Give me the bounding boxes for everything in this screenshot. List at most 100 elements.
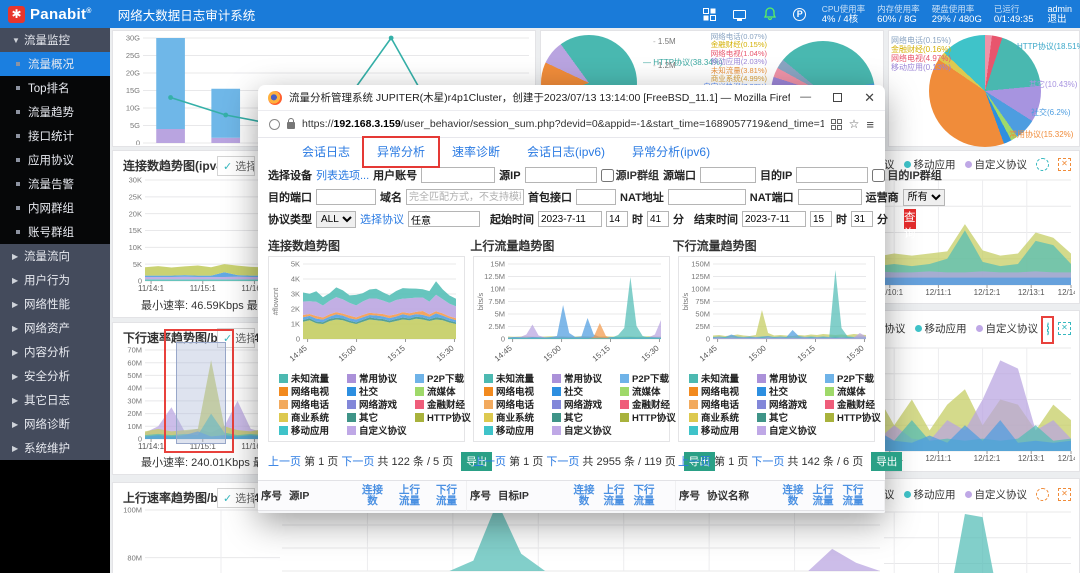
tab-session-log[interactable]: 会话日志 [302, 143, 350, 160]
srcip-input[interactable] [524, 167, 597, 183]
sort-down-traffic[interactable]: 下行流量 [838, 484, 868, 507]
sidebar-item[interactable]: ▶ 网络性能 [0, 292, 110, 316]
query-button[interactable]: 查询 [904, 209, 916, 240]
proto-select-link[interactable]: 选择协议 [360, 211, 404, 227]
end-min-input[interactable] [851, 211, 873, 227]
bell-icon[interactable] [762, 6, 778, 22]
sidebar-item[interactable]: ▶ 系统维护 [0, 436, 110, 460]
account-input[interactable] [421, 167, 496, 183]
svg-text:15:15: 15:15 [796, 343, 818, 363]
close-button[interactable]: ✕ [864, 91, 875, 104]
sidebar-item[interactable]: ▶ 内容分析 [0, 340, 110, 364]
srcip-group-checkbox[interactable]: 源IP群组 [600, 167, 659, 183]
up-chart-title: 上行流量趋势图 [470, 239, 555, 253]
isp-select[interactable]: 所有 [902, 188, 945, 206]
sort-conn-count[interactable]: 连接数 [354, 484, 391, 507]
export-button[interactable]: 导出 [871, 452, 903, 471]
legend-swatch-icon [620, 387, 629, 396]
natport-input[interactable] [797, 189, 862, 205]
url-bar[interactable]: https://192.168.3.159/user_behavior/sess… [258, 111, 885, 138]
end-date-input[interactable] [742, 211, 806, 227]
menu-icon[interactable]: ≡ [866, 117, 874, 132]
sidebar-item[interactable]: 应用协议 [0, 148, 110, 172]
prev-page-link[interactable]: 上一页 [473, 456, 506, 468]
reset-zoom-icon[interactable]: ✕ [1058, 158, 1071, 171]
sort-up-traffic[interactable]: 上行流量 [808, 484, 838, 507]
minimize-button[interactable]: — [800, 92, 811, 103]
tab-session-log-ipv6[interactable]: 会话日志(ipv6) [527, 143, 605, 160]
dstport-input[interactable] [316, 189, 376, 205]
srcport-input[interactable] [699, 167, 756, 183]
prev-page-link[interactable]: 上一页 [268, 456, 301, 468]
legend-swatch-icon [689, 400, 698, 409]
domain-input[interactable] [406, 189, 524, 205]
tab-anomaly-analysis-ipv6[interactable]: 异常分析(ipv6) [632, 143, 710, 160]
reset-zoom-icon[interactable]: ✕ [1058, 488, 1071, 501]
sidebar-item[interactable]: 流量告警 [0, 172, 110, 196]
dstip-input[interactable] [796, 167, 869, 183]
svg-text:2K: 2K [291, 305, 300, 314]
sort-down-traffic[interactable]: 下行流量 [428, 484, 465, 507]
sidebar-item[interactable]: 流量概况 [0, 52, 110, 76]
sidebar-item[interactable]: 流量趋势 [0, 100, 110, 124]
sidebar-item[interactable]: ▶ 流量流向 [0, 244, 110, 268]
sidebar-item[interactable]: Top排名 [0, 76, 110, 100]
zoom-select-icon[interactable] [1036, 158, 1049, 171]
svg-text:0: 0 [706, 335, 710, 344]
zoom-select-icon[interactable] [1036, 488, 1049, 501]
url-text[interactable]: https://192.168.3.159/user_behavior/sess… [302, 118, 824, 130]
prev-page-link[interactable]: 上一页 [678, 456, 711, 468]
tab-rate-diagnosis[interactable]: 速率诊断 [452, 143, 500, 160]
tab-anomaly-analysis[interactable]: 异常分析 [362, 135, 441, 168]
firstif-input[interactable] [576, 189, 616, 205]
legend-swatch-icon [757, 374, 766, 383]
end-hour-input[interactable] [810, 211, 832, 227]
next-page-link[interactable]: 下一页 [546, 456, 579, 468]
dstip-group-checkbox[interactable]: 目的IP群组 [872, 167, 942, 183]
select-range-button[interactable]: ✓ 选择 [217, 156, 255, 176]
sort-up-traffic[interactable]: 上行流量 [599, 484, 629, 507]
legend-item: 移动应用 [903, 487, 956, 502]
sort-conn-count[interactable]: 连接数 [569, 484, 599, 507]
dashboard-grid-icon[interactable] [702, 6, 718, 22]
proto-input[interactable] [408, 211, 480, 227]
start-hour-input[interactable] [606, 211, 628, 227]
legend-item: HTTP协议 [415, 412, 471, 425]
window-titlebar[interactable]: 流量分析管理系统 JUPITER(木星)r4p1Cluster，创建于2023/… [258, 85, 885, 111]
svg-text:12/11:1: 12/11:1 [925, 454, 952, 463]
extension-icon[interactable] [830, 118, 842, 130]
sidebar-item[interactable]: ▶ 网络资产 [0, 316, 110, 340]
zoom-select-icon[interactable] [1047, 321, 1049, 336]
next-page-link[interactable]: 下一页 [341, 456, 374, 468]
sort-conn-count[interactable]: 连接数 [778, 484, 808, 507]
svg-text:12/12:1: 12/12:1 [974, 454, 1001, 463]
sidebar-item[interactable]: ▶ 其它日志 [0, 388, 110, 412]
maximize-button[interactable] [833, 93, 843, 102]
start-min-input[interactable] [647, 211, 669, 227]
sidebar-item[interactable]: ▶ 用户行为 [0, 268, 110, 292]
svg-text:15:30: 15:30 [640, 343, 662, 363]
sidebar-item[interactable]: ▶ 安全分析 [0, 364, 110, 388]
sidebar-item[interactable]: 账号群组 [0, 220, 110, 244]
device-list-link[interactable]: 列表选项... [316, 167, 369, 183]
bookmark-star-icon[interactable]: ☆ [849, 117, 860, 131]
svg-text:10M: 10M [490, 285, 505, 294]
logout-button[interactable]: 退出 [1047, 14, 1072, 25]
sidebar-item[interactable]: 接口统计 [0, 124, 110, 148]
proto-type-select[interactable]: ALL [316, 210, 356, 228]
start-date-input[interactable] [538, 211, 602, 227]
reset-zoom-icon[interactable]: ✕ [1058, 322, 1071, 335]
sidebar-item[interactable]: ▼ 流量监控 [0, 28, 110, 52]
p-badge-icon[interactable]: P [792, 6, 808, 22]
sort-up-traffic[interactable]: 上行流量 [391, 484, 428, 507]
sort-down-traffic[interactable]: 下行流量 [629, 484, 659, 507]
next-page-link[interactable]: 下一页 [751, 456, 784, 468]
svg-text:5G: 5G [130, 121, 140, 130]
reader-circle-icon[interactable] [269, 118, 280, 130]
legend-item: 网络游戏 [347, 399, 413, 412]
chart-legend: 未知流量 常用协议 P2P下载 网络电视 社交 流媒体 网络电话 网络游戏 金融财经 商业系统 其它… [681, 371, 881, 441]
nataddr-input[interactable] [667, 189, 746, 205]
sidebar-item[interactable]: 内网群组 [0, 196, 110, 220]
monitor-icon[interactable] [732, 6, 748, 22]
sidebar-item[interactable]: ▶ 网络诊断 [0, 412, 110, 436]
